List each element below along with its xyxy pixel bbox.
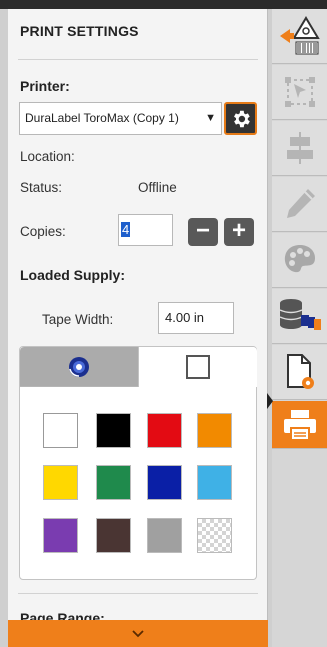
location-label: Location: <box>20 149 75 164</box>
print-settings-panel: PRINT SETTINGS Printer: DuraLabel ToroMa… <box>8 9 268 647</box>
swatch-orange[interactable] <box>197 413 232 448</box>
right-toolbar <box>272 9 327 647</box>
hazard-barcode-icon <box>279 16 320 55</box>
swatch-red[interactable] <box>147 413 182 448</box>
database-icon <box>279 299 321 330</box>
tape-roll-icon <box>69 356 89 377</box>
collapse-panel-button[interactable] <box>8 620 268 647</box>
swatch-black[interactable] <box>96 413 131 448</box>
status-value: Offline <box>138 180 177 195</box>
toolbar-select-button[interactable] <box>272 65 327 120</box>
tape-width-input[interactable]: 4.00 in <box>158 302 234 334</box>
supply-tab-blank[interactable] <box>138 347 257 387</box>
printer-select-value: DuraLabel ToroMax (Copy 1) <box>25 111 179 125</box>
copies-value: 4 <box>121 222 131 237</box>
toolbar-data-button[interactable] <box>272 289 327 344</box>
toolbar-color-button[interactable] <box>272 233 327 288</box>
printer-select[interactable]: DuraLabel ToroMax (Copy 1) ▼ <box>19 102 222 135</box>
printer-settings-button[interactable] <box>224 102 257 135</box>
title-divider <box>18 59 258 60</box>
document-settings-icon <box>286 354 314 389</box>
swatch-purple[interactable] <box>43 518 78 553</box>
blank-square-icon <box>186 355 210 379</box>
swatch-yellow[interactable] <box>43 465 78 500</box>
swatch-green[interactable] <box>96 465 131 500</box>
tape-width-label: Tape Width: <box>42 312 114 327</box>
pencil-icon <box>286 189 315 218</box>
gear-icon <box>233 110 250 127</box>
swatch-white[interactable] <box>43 413 78 448</box>
toolbar-document-settings-button[interactable] <box>272 345 327 400</box>
palette-icon <box>284 245 315 273</box>
select-shape-icon <box>284 77 315 107</box>
supply-tab-roll[interactable] <box>20 347 138 387</box>
window-top-bar <box>0 0 327 9</box>
copies-decrement-button[interactable]: − <box>188 218 218 246</box>
toolbar-print-button[interactable] <box>272 401 327 449</box>
swatch-blue[interactable] <box>147 465 182 500</box>
loaded-supply-label: Loaded Supply: <box>20 267 125 283</box>
toolbar-hazard-button[interactable] <box>272 9 327 64</box>
supply-color-box <box>19 346 257 580</box>
swatch-sky-blue[interactable] <box>197 465 232 500</box>
panel-title: PRINT SETTINGS <box>20 23 139 39</box>
printer-label: Printer: <box>20 78 70 94</box>
swatch-gray[interactable] <box>147 518 182 553</box>
printer-icon <box>283 409 316 441</box>
copies-increment-button[interactable]: + <box>224 218 254 246</box>
align-center-icon <box>286 132 313 164</box>
chevron-down-icon <box>132 629 144 637</box>
dropdown-arrow-icon: ▼ <box>205 112 216 124</box>
swatch-brown[interactable] <box>96 518 131 553</box>
copies-input[interactable]: 4 <box>118 214 173 246</box>
toolbar-draw-button[interactable] <box>272 177 327 232</box>
bottom-divider <box>18 593 258 594</box>
active-tool-indicator <box>267 393 273 409</box>
toolbar-align-button[interactable] <box>272 121 327 176</box>
status-label: Status: <box>20 180 63 195</box>
copies-label: Copies: <box>20 224 66 239</box>
swatch-transparent[interactable] <box>197 518 232 553</box>
